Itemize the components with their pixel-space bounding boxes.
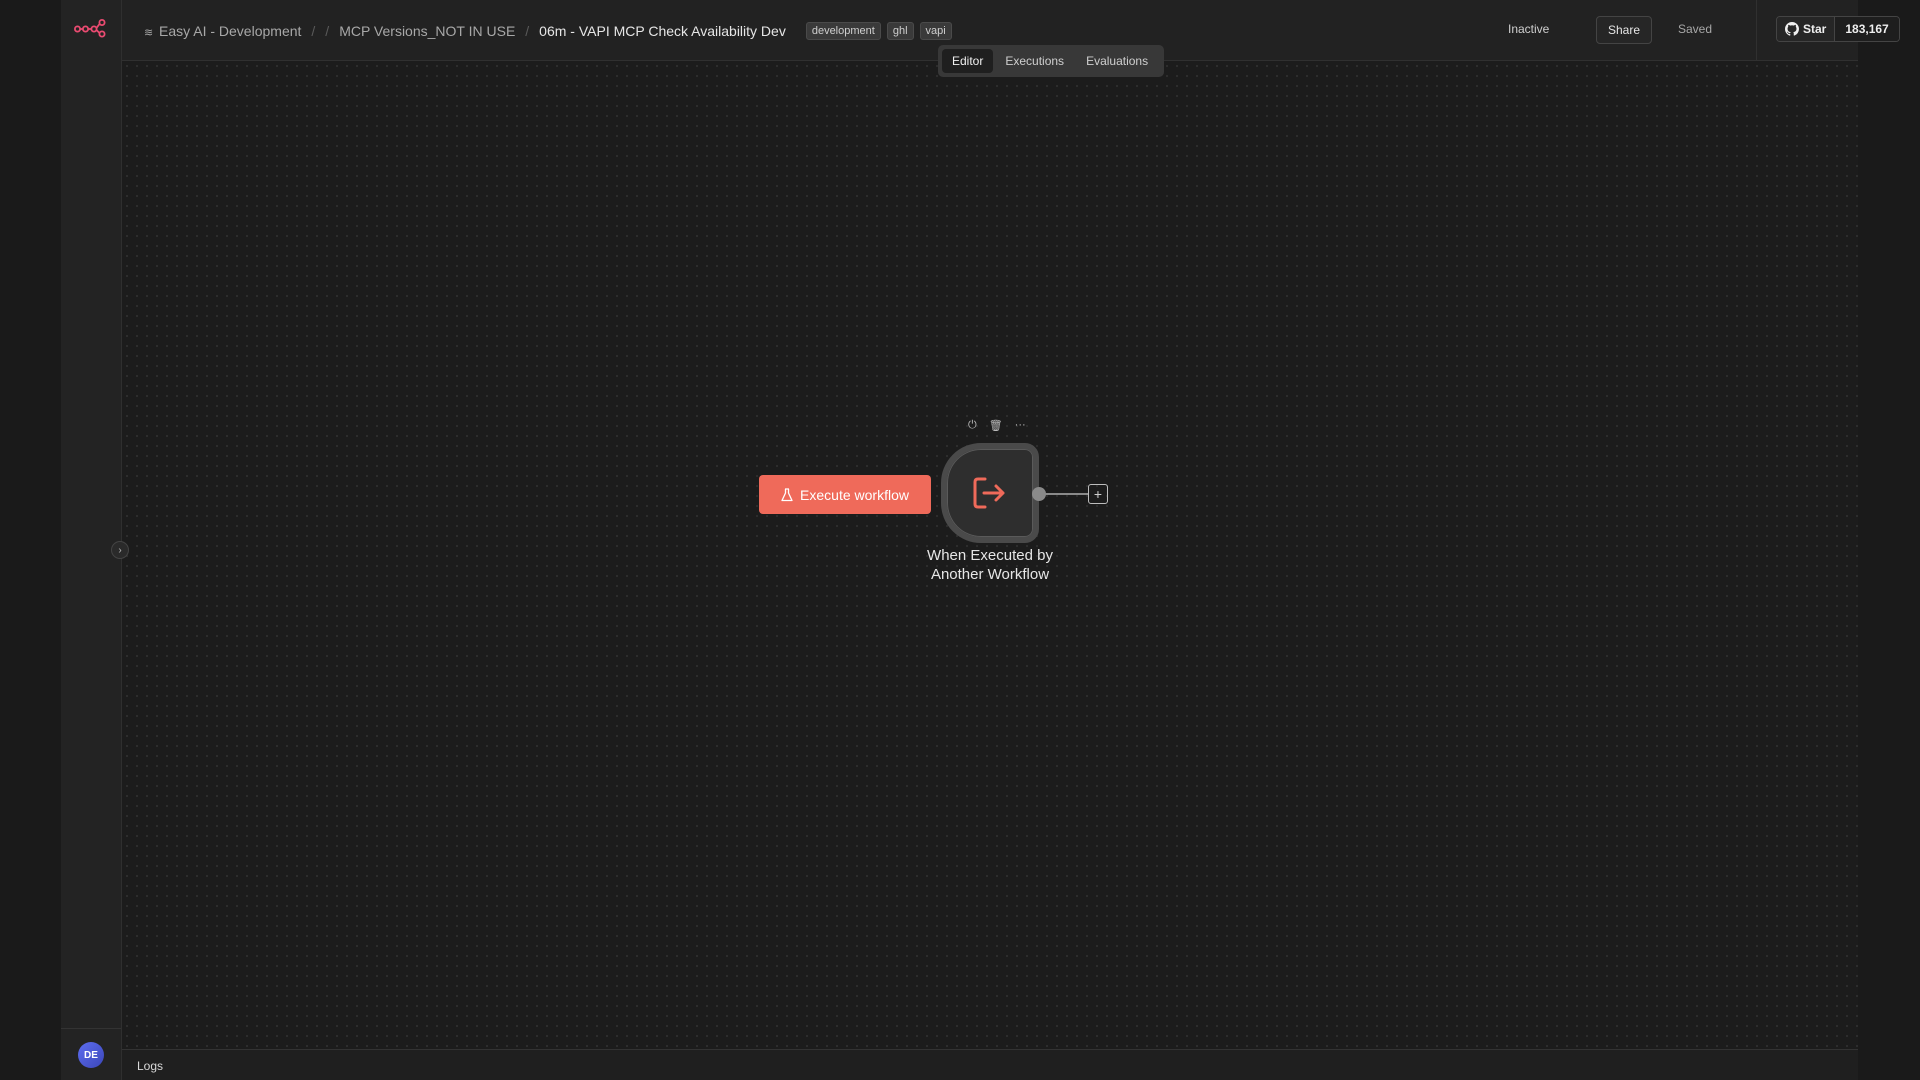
flask-icon <box>781 487 793 501</box>
trash-icon[interactable]: 🗑 <box>989 419 1003 432</box>
breadcrumb: ≋ Easy AI - Development / / MCP Versions… <box>144 22 952 40</box>
power-icon[interactable]: ⏻ <box>968 419 977 432</box>
breadcrumb-separator: / <box>525 23 530 39</box>
trigger-node[interactable] <box>941 443 1039 543</box>
workflow-name[interactable]: 06m - VAPI MCP Check Availability Dev <box>539 23 786 39</box>
screen-margin-left <box>0 0 61 1080</box>
node-label: When Executed by Another Workflow <box>927 547 1053 583</box>
sidebar-divider <box>61 1028 121 1029</box>
execute-workflow-label: Execute workflow <box>800 486 909 503</box>
logs-label: Logs <box>137 1059 164 1073</box>
tab-evaluations[interactable]: Evaluations <box>1076 49 1158 73</box>
github-star-count[interactable]: 183,167 <box>1835 17 1899 41</box>
tag-vapi[interactable]: vapi <box>919 22 952 40</box>
screen-margin-right <box>1858 0 1920 1080</box>
view-tabs: Editor Executions Evaluations <box>938 45 1164 77</box>
breadcrumb-separator: / <box>311 23 316 39</box>
breadcrumb-separator: / <box>325 23 330 39</box>
avatar[interactable]: DE <box>78 1042 104 1068</box>
execute-workflow-button[interactable]: Execute workflow <box>759 475 931 514</box>
tag-development[interactable]: development <box>805 22 881 40</box>
node-toolbar: ⏻ 🗑 ··· <box>968 419 1026 432</box>
breadcrumb-folder[interactable]: MCP Versions_NOT IN USE <box>339 23 515 39</box>
saved-status: Saved <box>1678 22 1713 36</box>
node-connection-line <box>1045 493 1088 495</box>
tag-list: development ghl vapi <box>805 22 952 40</box>
logs-panel[interactable]: Logs <box>122 1049 1858 1080</box>
github-star-button[interactable]: Star 183,167 <box>1776 16 1900 42</box>
layers-icon: ≋ <box>144 26 154 39</box>
tag-ghl[interactable]: ghl <box>886 22 914 40</box>
tab-editor[interactable]: Editor <box>942 49 994 73</box>
sidebar: DE <box>61 0 122 1080</box>
tab-executions[interactable]: Executions <box>995 49 1074 73</box>
github-star-label: Star <box>1803 22 1827 36</box>
breadcrumb-project[interactable]: Easy AI - Development <box>159 23 301 39</box>
app-window: DE › ≋ Easy AI - Development / / MCP Ver… <box>61 0 1900 1080</box>
node-output-handle[interactable] <box>1032 487 1046 501</box>
github-icon <box>1785 22 1799 36</box>
github-star-segment[interactable]: Star <box>1777 17 1836 41</box>
add-node-plus-icon[interactable]: + <box>1088 484 1108 504</box>
sign-out-icon <box>973 477 1005 509</box>
share-button[interactable]: Share <box>1596 16 1652 44</box>
sidebar-expand-chevron-icon[interactable]: › <box>111 541 129 559</box>
more-options-icon[interactable]: ··· <box>1015 419 1026 432</box>
header-divider <box>1756 0 1757 60</box>
n8n-logo-icon[interactable] <box>74 18 106 38</box>
active-status-label[interactable]: Inactive <box>1508 22 1549 36</box>
